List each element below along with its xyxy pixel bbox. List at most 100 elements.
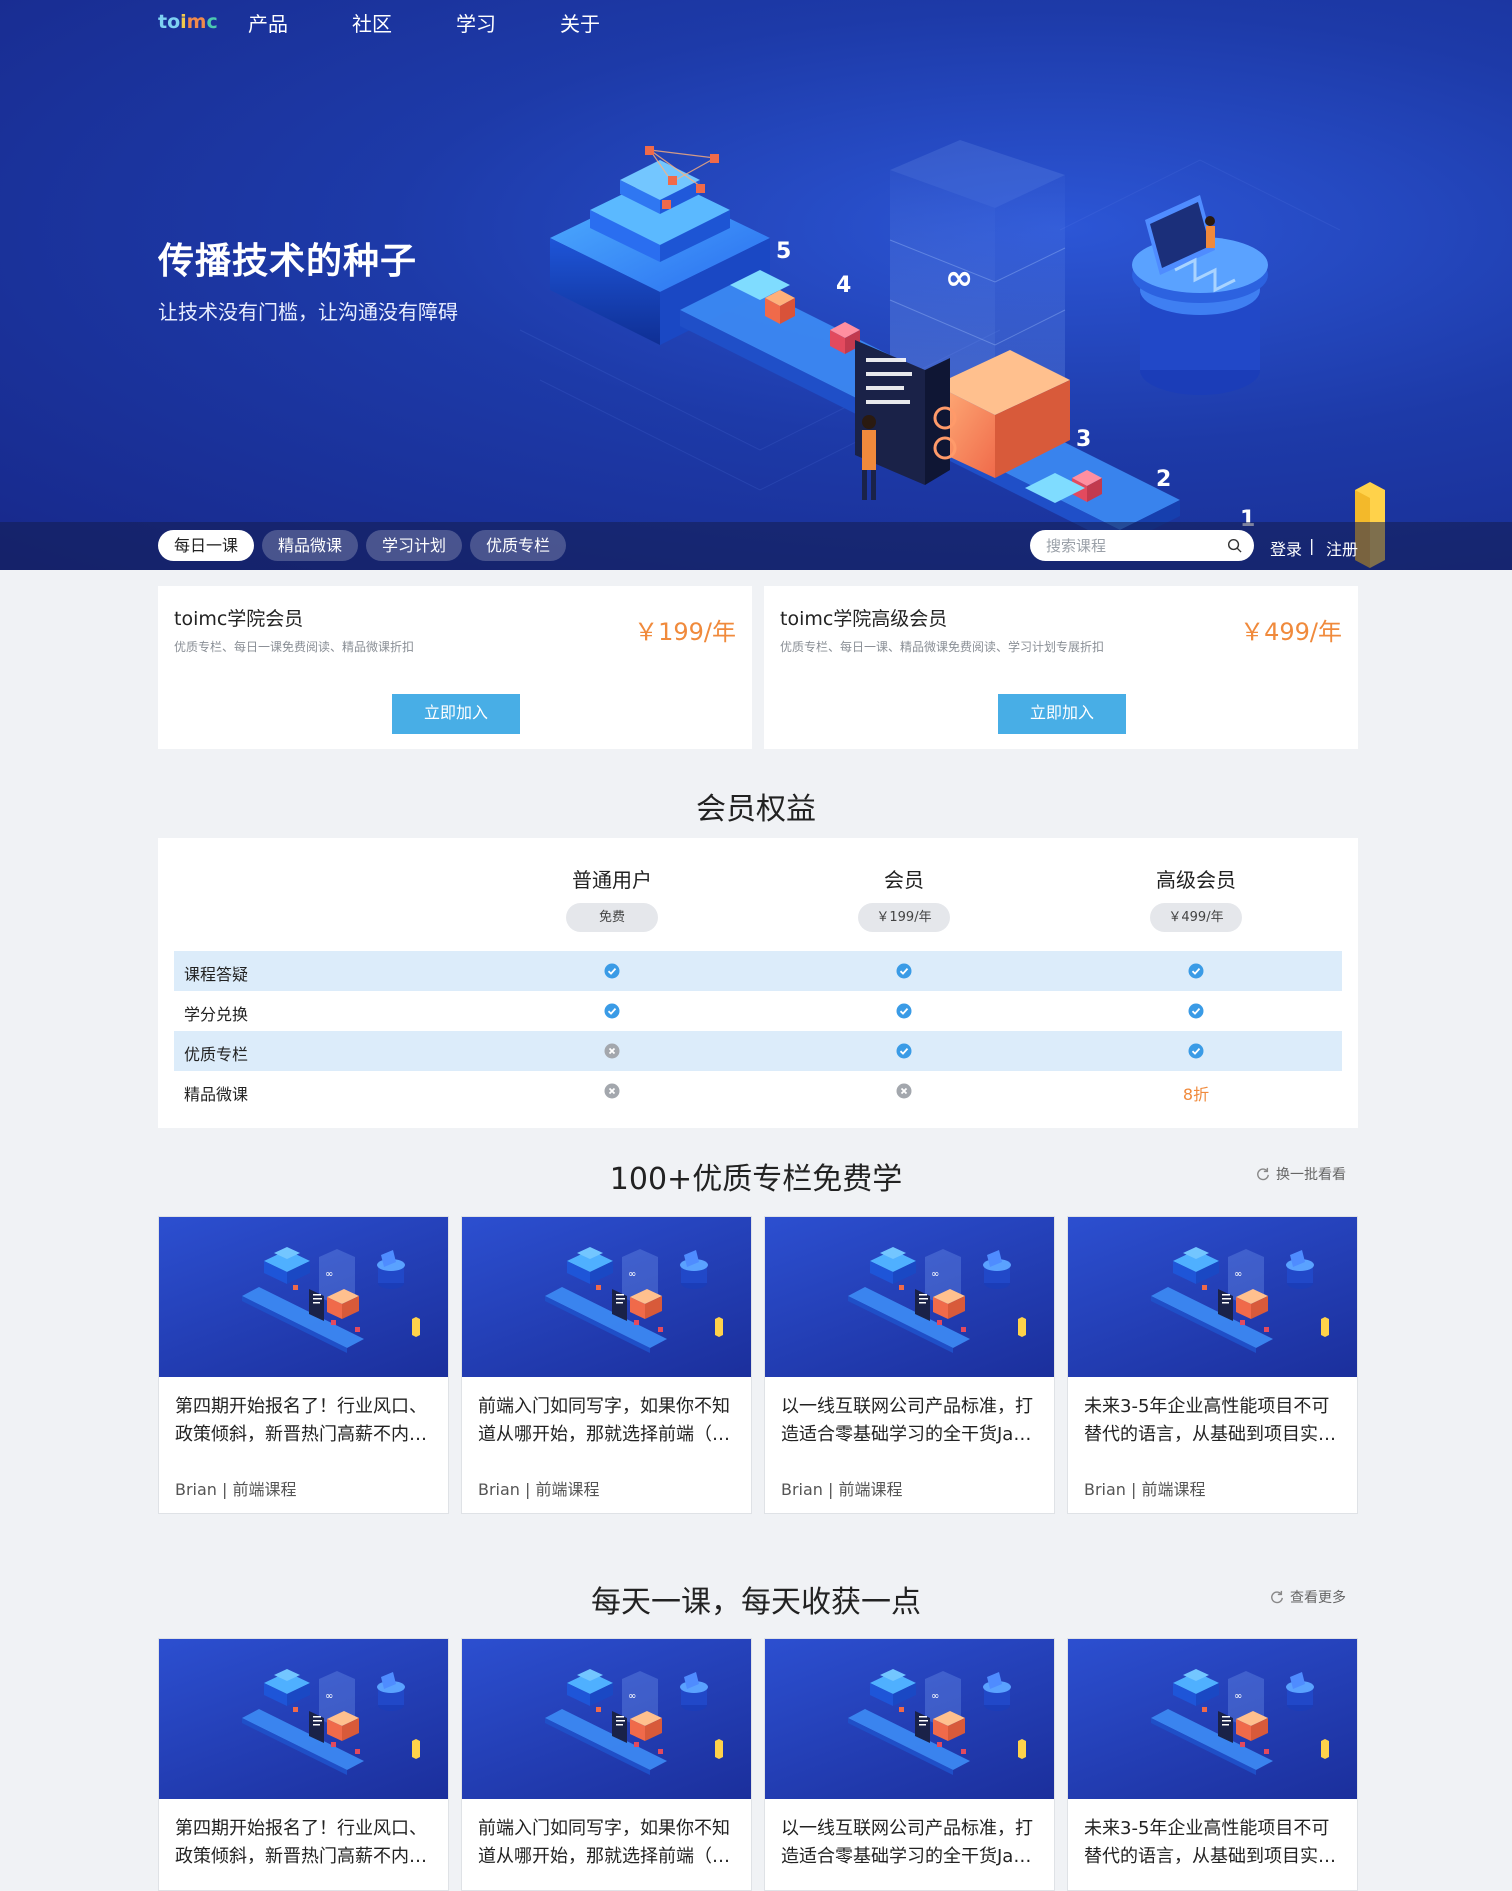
nav-link-product[interactable]: 产品 bbox=[248, 8, 352, 37]
course-author: Brian bbox=[478, 1480, 520, 1499]
membership-card-premium: toimc学院高级会员 优质专栏、每日一课、精品微课免费阅读、学习计划专展折扣 … bbox=[764, 586, 1358, 749]
benefit-label: 优质专栏 bbox=[184, 1045, 249, 1064]
meta-separator: | bbox=[822, 1480, 839, 1499]
benefit-label: 课程答疑 bbox=[184, 965, 249, 984]
search-icon[interactable] bbox=[1227, 538, 1242, 553]
nav-link-community[interactable]: 社区 bbox=[352, 8, 456, 37]
course-thumbnail-illustration: ∞ bbox=[848, 1247, 1026, 1353]
benefits-title: 会员权益 bbox=[696, 792, 816, 827]
meta-separator: | bbox=[519, 1480, 536, 1499]
course-thumbnail: ∞ bbox=[159, 1639, 448, 1799]
tab-quality-column[interactable]: 优质专栏 bbox=[470, 530, 566, 561]
course-author: Brian bbox=[175, 1480, 217, 1499]
hero-subtitle: 让技术没有门槛，让沟通没有障碍 bbox=[158, 300, 458, 324]
check-icon bbox=[1188, 963, 1204, 979]
course-thumbnail-illustration: ∞ bbox=[242, 1247, 420, 1353]
benefit-label: 学分兑换 bbox=[184, 1005, 249, 1024]
course-card[interactable]: ∞ 以一线互联网公司产品标准，打造适合零基础学习的全干货Ja… Brian | 前端… bbox=[764, 1216, 1055, 1514]
course-title: 以一线互联网公司产品标准，打造适合零基础学习的全干货Ja… bbox=[781, 1396, 1033, 1445]
art-number-3: 3 bbox=[1076, 427, 1091, 452]
check-icon bbox=[896, 1043, 912, 1059]
course-category: 前端课程 bbox=[535, 1480, 600, 1499]
benefit-row: 优质专栏 bbox=[174, 1031, 1342, 1071]
course-thumbnail-illustration: ∞ bbox=[1151, 1669, 1329, 1775]
course-card[interactable]: ∞ 未来3-5年企业高性能项目不可替代的语言，从基础到项目实… bbox=[1067, 1638, 1358, 1891]
course-thumbnail-illustration: ∞ bbox=[545, 1247, 723, 1353]
course-title: 第四期开始报名了！行业风口、政策倾斜，新晋热门高薪不内… bbox=[175, 1818, 427, 1867]
course-title: 未来3-5年企业高性能项目不可替代的语言，从基础到项目实… bbox=[1084, 1818, 1336, 1867]
view-more-label: 查看更多 bbox=[1290, 1590, 1346, 1606]
course-title: 前端入门如同写字，如果你不知道从哪开始，那就选择前端（… bbox=[478, 1396, 730, 1445]
course-category: 前端课程 bbox=[1141, 1480, 1206, 1499]
course-thumbnail-illustration: ∞ bbox=[848, 1669, 1026, 1775]
svg-text:∞: ∞ bbox=[325, 1269, 333, 1280]
course-author: Brian bbox=[1084, 1480, 1126, 1499]
tab-daily-lesson[interactable]: 每日一课 bbox=[158, 530, 254, 561]
plan-price-badge: ￥499/年 bbox=[1150, 903, 1242, 932]
svg-text:∞: ∞ bbox=[325, 1691, 333, 1702]
join-now-button[interactable]: 立即加入 bbox=[998, 694, 1126, 734]
svg-text:∞: ∞ bbox=[628, 1691, 636, 1702]
check-icon bbox=[896, 1003, 912, 1019]
course-thumbnail-illustration: ∞ bbox=[545, 1669, 723, 1775]
cross-icon bbox=[896, 1083, 912, 1099]
svg-text:∞: ∞ bbox=[931, 1269, 939, 1280]
benefits-table: 普通用户 免费 会员 ￥199/年 高级会员 ￥499/年 课程答疑学分兑换优质… bbox=[158, 838, 1358, 1128]
course-thumbnail: ∞ bbox=[462, 1639, 751, 1799]
check-icon bbox=[896, 963, 912, 979]
membership-desc: 优质专栏、每日一课、精品微课免费阅读、学习计划专展折扣 bbox=[780, 640, 1105, 654]
membership-price: ￥499/年 bbox=[1240, 618, 1342, 646]
course-card[interactable]: ∞ 以一线互联网公司产品标准，打造适合零基础学习的全干货Ja… bbox=[764, 1638, 1055, 1891]
course-thumbnail: ∞ bbox=[765, 1217, 1054, 1377]
refresh-icon bbox=[1257, 1167, 1269, 1181]
art-number-2: 2 bbox=[1156, 467, 1171, 492]
course-card[interactable]: ∞ 前端入门如同写字，如果你不知道从哪开始，那就选择前端（… bbox=[461, 1638, 752, 1891]
top-nav: toimc 产品 社区 学习 关于 bbox=[158, 0, 664, 44]
tab-study-plan[interactable]: 学习计划 bbox=[366, 530, 462, 561]
tab-premium-micro-course[interactable]: 精品微课 bbox=[262, 530, 358, 561]
check-icon bbox=[604, 963, 620, 979]
course-title: 前端入门如同写字，如果你不知道从哪开始，那就选择前端（… bbox=[478, 1818, 730, 1867]
check-icon bbox=[1188, 1003, 1204, 1019]
check-icon bbox=[1188, 1043, 1204, 1059]
login-link[interactable]: 登录 bbox=[1270, 536, 1302, 560]
refresh-batch-label: 换一批看看 bbox=[1276, 1167, 1346, 1183]
meta-separator: | bbox=[1125, 1480, 1142, 1499]
join-now-button[interactable]: 立即加入 bbox=[392, 694, 520, 734]
course-thumbnail-illustration: ∞ bbox=[1151, 1247, 1329, 1353]
search-input[interactable] bbox=[1046, 535, 1216, 557]
course-meta: Brian | 前端课程 bbox=[175, 1476, 297, 1500]
toimc-logo[interactable]: toimc bbox=[158, 11, 248, 33]
course-title: 第四期开始报名了！行业风口、政策倾斜，新晋热门高薪不内… bbox=[175, 1396, 427, 1445]
nav-link-about[interactable]: 关于 bbox=[560, 8, 664, 37]
membership-card-standard: toimc学院会员 优质专栏、每日一课免费阅读、精品微课折扣 ￥199/年 立即… bbox=[158, 586, 752, 749]
discount-value: 8折 bbox=[1182, 1085, 1210, 1104]
plan-column-premium: 高级会员 ￥499/年 bbox=[1096, 864, 1296, 932]
refresh-icon bbox=[1271, 1590, 1283, 1604]
plan-name: 普通用户 bbox=[572, 868, 652, 892]
plan-column-free: 普通用户 免费 bbox=[512, 864, 712, 932]
art-number-4: 4 bbox=[836, 273, 851, 298]
course-title: 以一线互联网公司产品标准，打造适合零基础学习的全干货Ja… bbox=[781, 1818, 1033, 1867]
check-icon bbox=[604, 1003, 620, 1019]
cross-icon bbox=[604, 1083, 620, 1099]
course-card[interactable]: ∞ 前端入门如同写字，如果你不知道从哪开始，那就选择前端（… Brian | 前端课… bbox=[461, 1216, 752, 1514]
course-thumbnail: ∞ bbox=[765, 1639, 1054, 1799]
course-card[interactable]: ∞ 第四期开始报名了！行业风口、政策倾斜，新晋热门高薪不内… Brian | 前端课… bbox=[158, 1216, 449, 1514]
course-thumbnail-illustration: ∞ bbox=[242, 1669, 420, 1775]
meta-separator: | bbox=[216, 1480, 233, 1499]
membership-title: toimc学院会员 bbox=[174, 608, 304, 630]
course-card[interactable]: ∞ 第四期开始报名了！行业风口、政策倾斜，新晋热门高薪不内… bbox=[158, 1638, 449, 1891]
plan-column-member: 会员 ￥199/年 bbox=[804, 864, 1004, 932]
course-card[interactable]: ∞ 未来3-5年企业高性能项目不可替代的语言，从基础到项目实… Brian | 前端… bbox=[1067, 1216, 1358, 1514]
register-link[interactable]: 注册 bbox=[1326, 536, 1358, 560]
hero-title: 传播技术的种子 bbox=[158, 241, 418, 282]
course-thumbnail: ∞ bbox=[1068, 1639, 1357, 1799]
course-author: Brian bbox=[781, 1480, 823, 1499]
refresh-batch-link[interactable]: 换一批看看 bbox=[1256, 1164, 1346, 1184]
view-more-link[interactable]: 查看更多 bbox=[1270, 1587, 1346, 1607]
art-number-5: 5 bbox=[776, 239, 791, 264]
nav-link-learn[interactable]: 学习 bbox=[456, 8, 560, 37]
membership-desc: 优质专栏、每日一课免费阅读、精品微课折扣 bbox=[174, 640, 415, 654]
svg-text:∞: ∞ bbox=[1234, 1269, 1242, 1280]
